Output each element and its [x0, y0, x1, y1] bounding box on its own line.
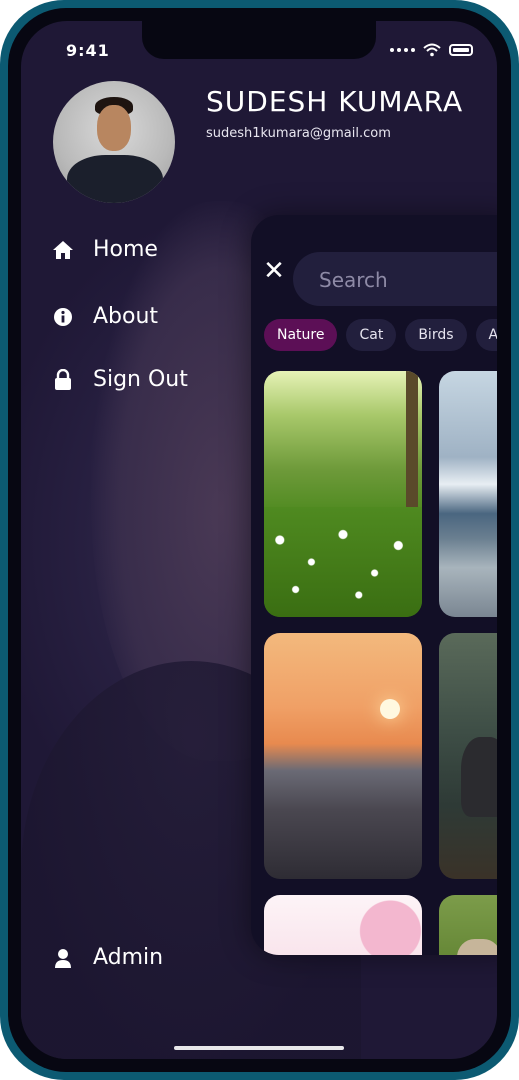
- category-chips: Nature Cat Birds Ar: [264, 319, 497, 351]
- photo-card-blossoms[interactable]: [264, 895, 422, 955]
- menu-item-about[interactable]: About: [51, 304, 158, 329]
- photo-card-mountain[interactable]: [439, 371, 497, 617]
- photo-card-elephant[interactable]: [439, 633, 497, 879]
- status-time: 9:41: [66, 41, 110, 60]
- device-notch: [142, 21, 376, 59]
- close-icon[interactable]: ✕: [263, 258, 285, 284]
- menu-item-label: Admin: [93, 945, 164, 970]
- battery-icon: [449, 44, 473, 56]
- user-icon: [51, 946, 75, 970]
- menu-item-label: Home: [93, 237, 158, 262]
- lock-icon: [51, 368, 75, 392]
- profile-name: SUDESH KUMARA: [206, 85, 464, 118]
- photo-card-meadow[interactable]: [264, 371, 422, 617]
- menu-item-label: About: [93, 304, 159, 329]
- home-icon: [51, 238, 75, 262]
- menu-item-admin[interactable]: Admin: [51, 945, 163, 970]
- info-icon: [51, 305, 75, 329]
- chip-more[interactable]: Ar: [475, 319, 497, 351]
- main-content-panel[interactable]: ✕ Nature Cat Birds Ar: [251, 215, 497, 955]
- search-bar[interactable]: [293, 252, 497, 306]
- signal-icon: [390, 48, 415, 52]
- profile-avatar[interactable]: [53, 81, 175, 203]
- photo-card-cat[interactable]: [439, 895, 497, 955]
- chip-nature[interactable]: Nature: [264, 319, 338, 351]
- chip-birds[interactable]: Birds: [405, 319, 467, 351]
- profile-email: sudesh1kumara@gmail.com: [206, 126, 391, 141]
- status-icons: [390, 43, 473, 57]
- wifi-icon: [423, 43, 441, 57]
- search-input[interactable]: [317, 266, 497, 294]
- chip-cat[interactable]: Cat: [346, 319, 397, 351]
- menu-item-sign-out[interactable]: Sign Out: [51, 367, 188, 392]
- app-screen: 9:41 SUDESH KUMARA sudesh1kumara@gmail.c…: [21, 21, 497, 1059]
- photo-card-sunset-sea[interactable]: [264, 633, 422, 879]
- home-indicator[interactable]: [174, 1046, 344, 1050]
- menu-item-label: Sign Out: [93, 367, 188, 392]
- menu-item-home[interactable]: Home: [51, 237, 158, 262]
